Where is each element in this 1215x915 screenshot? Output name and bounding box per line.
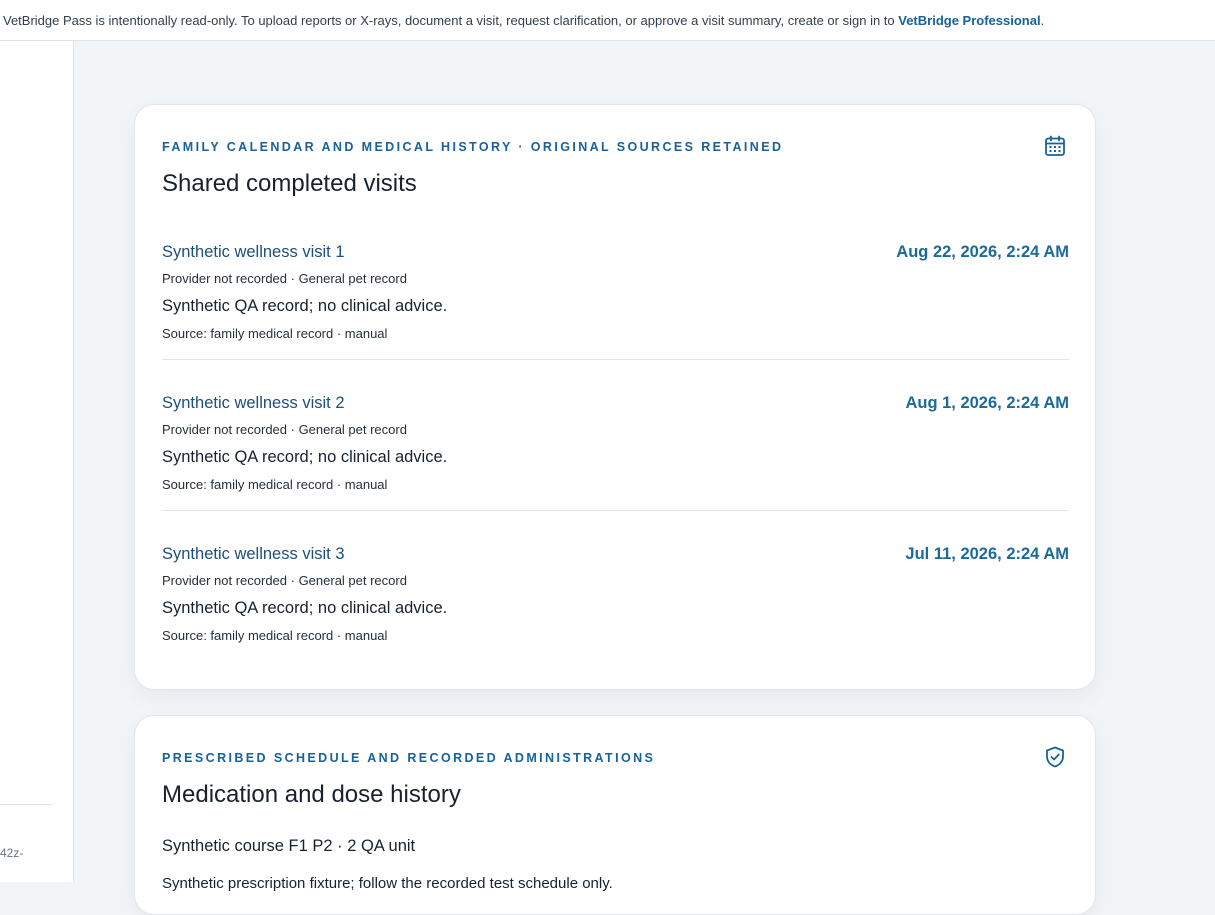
visit-source: Source: family medical record · manual (162, 326, 388, 341)
medication-eyebrow: PRESCRIBED SCHEDULE AND RECORDED ADMINIS… (162, 751, 656, 765)
calendar-icon (1045, 135, 1065, 156)
read-only-banner: VetBridge Pass is intentionally read-onl… (0, 0, 1215, 41)
visit-note: Synthetic QA record; no clinical advice. (162, 297, 448, 315)
prescription-note: Synthetic prescription fixture; follow t… (162, 875, 613, 892)
visit-note: Synthetic QA record; no clinical advice. (162, 448, 448, 466)
visit-note: Synthetic QA record; no clinical advice. (162, 599, 448, 617)
visit-title: Synthetic wellness visit 2 (162, 394, 345, 412)
visit-source: Source: family medical record · manual (162, 477, 388, 492)
visit-meta: Provider not recorded · General pet reco… (162, 573, 407, 588)
visit-datetime: Aug 1, 2026, 2:24 AM (905, 394, 1069, 412)
visit-divider (162, 359, 1069, 360)
visit-meta: Provider not recorded · General pet reco… (162, 271, 407, 286)
sidebar: 42z- (0, 41, 74, 882)
sidebar-divider (0, 804, 52, 805)
vetbridge-professional-link[interactable]: VetBridge Professional (898, 13, 1040, 28)
visit-item[interactable]: Synthetic wellness visit 1 Aug 22, 2026,… (162, 243, 1069, 394)
banner-suffix: . (1040, 13, 1045, 28)
visit-divider (162, 510, 1069, 511)
visit-source: Source: family medical record · manual (162, 628, 388, 643)
sidebar-fragment-text: 42z- (0, 846, 24, 860)
medication-history-card: PRESCRIBED SCHEDULE AND RECORDED ADMINIS… (134, 715, 1096, 915)
visit-item[interactable]: Synthetic wellness visit 2 Aug 1, 2026, … (162, 394, 1069, 545)
medication-course: Synthetic course F1 P2 · 2 QA unit (162, 837, 416, 855)
visit-title: Synthetic wellness visit 1 (162, 243, 345, 261)
visit-meta: Provider not recorded · General pet reco… (162, 422, 407, 437)
shield-check-icon (1046, 746, 1064, 768)
banner-text: VetBridge Pass is intentionally read-onl… (3, 13, 899, 28)
visits-eyebrow: FAMILY CALENDAR AND MEDICAL HISTORY · OR… (162, 140, 784, 154)
visit-datetime: Aug 22, 2026, 2:24 AM (896, 243, 1069, 261)
visit-item[interactable]: Synthetic wellness visit 3 Jul 11, 2026,… (162, 545, 1069, 696)
medication-card-title: Medication and dose history (162, 781, 461, 808)
shared-visits-card: FAMILY CALENDAR AND MEDICAL HISTORY · OR… (134, 104, 1096, 690)
visit-title: Synthetic wellness visit 3 (162, 545, 345, 563)
visits-card-title: Shared completed visits (162, 170, 417, 197)
visit-datetime: Jul 11, 2026, 2:24 AM (905, 545, 1069, 563)
